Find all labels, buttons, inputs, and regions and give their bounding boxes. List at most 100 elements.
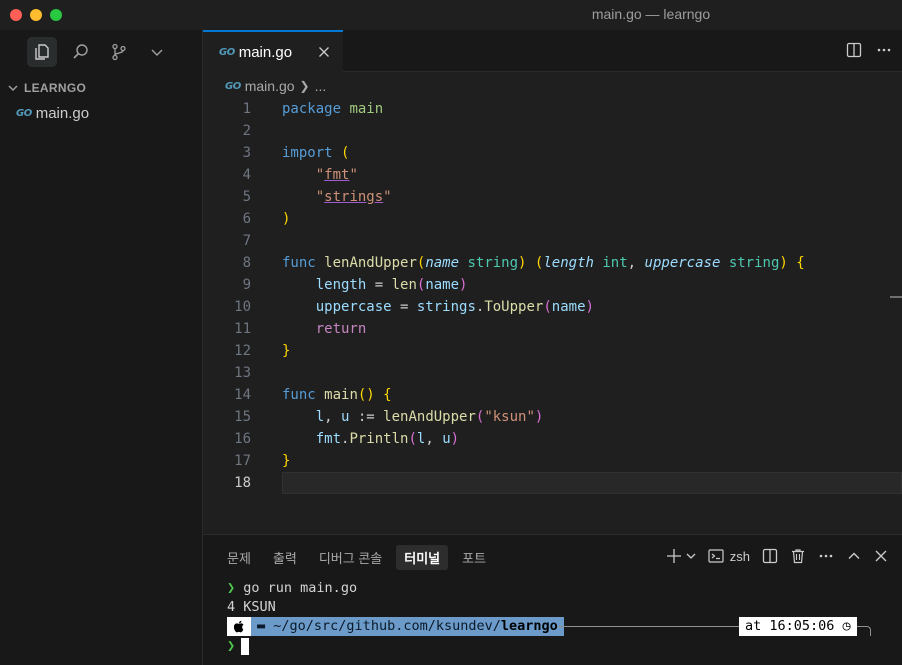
source-control-tab[interactable] xyxy=(104,37,134,67)
file-name: main.go xyxy=(35,104,90,122)
code-text: package main xyxy=(282,101,384,117)
search-icon xyxy=(73,44,88,59)
line-number: 6 xyxy=(242,211,251,227)
code-editor[interactable]: 1 package main 2 3 import ( 4 "fmt" 5 "s… xyxy=(203,98,902,534)
code-line: 7 xyxy=(203,230,902,252)
panel-actions: zsh xyxy=(666,548,888,564)
prompt-path-dir: learngo xyxy=(500,618,558,634)
shell-label: zsh xyxy=(729,548,750,564)
line-number: 11 xyxy=(234,321,251,337)
tab-main-go[interactable]: GO main.go xyxy=(203,30,343,72)
prompt-time-segment: at 16:05:06 ◷ xyxy=(739,617,857,636)
close-tab-button[interactable] xyxy=(315,43,333,61)
terminal-output[interactable]: ❯ go run main.go 4 KSUN xyxy=(227,579,357,617)
activity-bar xyxy=(0,30,203,74)
maximize-panel-button[interactable] xyxy=(846,548,862,564)
go-file-icon: GO xyxy=(225,80,241,92)
bottom-panel: 문제 출력 디버그 콘솔 터미널 포트 zsh ❯ go run main.go… xyxy=(203,534,902,665)
file-item-main-go[interactable]: GO main.go xyxy=(0,102,203,124)
tab-debug-console[interactable]: 디버그 콘솔 xyxy=(311,545,390,570)
prompt-frame-corner xyxy=(857,626,871,636)
chevron-up-icon xyxy=(848,552,860,559)
terminal-output-line: 4 KSUN xyxy=(227,599,276,615)
line-number: 8 xyxy=(242,255,251,271)
split-editor-button[interactable] xyxy=(846,42,862,58)
tab-ports[interactable]: 포트 xyxy=(454,545,494,570)
close-icon xyxy=(319,47,329,57)
code-text: } xyxy=(282,453,291,469)
code-line: 2 xyxy=(203,120,902,142)
explorer-tab[interactable] xyxy=(27,37,57,67)
code-line: 13 xyxy=(203,362,902,384)
current-line-highlight xyxy=(282,472,902,494)
code-line: 9 length = len(name) xyxy=(203,274,902,296)
code-text: func lenAndUpper(name string) (length in… xyxy=(282,255,805,271)
code-text: import ( xyxy=(282,145,350,161)
trash-icon xyxy=(792,549,804,564)
kill-terminal-button[interactable] xyxy=(790,548,806,564)
code-line: 12 } xyxy=(203,340,902,362)
search-tab[interactable] xyxy=(66,37,96,67)
line-number: 3 xyxy=(242,145,251,161)
code-line: 15 l, u := lenAndUpper("ksun") xyxy=(203,406,902,428)
plus-icon xyxy=(666,549,681,563)
tab-terminal[interactable]: 터미널 xyxy=(396,545,449,570)
code-line: 3 import ( xyxy=(203,142,902,164)
ellipsis-icon xyxy=(819,554,833,558)
line-number: 13 xyxy=(234,365,251,381)
tab-label: main.go xyxy=(238,43,293,61)
more-views-button[interactable] xyxy=(142,37,172,67)
terminal-input-line[interactable]: ❯ xyxy=(227,636,250,656)
terminal-shell-selector[interactable]: zsh xyxy=(708,548,750,564)
breadcrumb: GO main.go ❯ ... xyxy=(203,72,902,100)
code-text: l, u := lenAndUpper("ksun") xyxy=(315,409,544,425)
code-text: return xyxy=(315,321,367,337)
split-terminal-button[interactable] xyxy=(762,548,778,564)
tab-output[interactable]: 출력 xyxy=(265,545,305,570)
chevron-down-icon xyxy=(686,553,696,559)
line-number: 2 xyxy=(242,123,251,139)
line-number: 14 xyxy=(234,387,251,403)
chevron-down-icon xyxy=(151,49,163,56)
close-panel-button[interactable] xyxy=(874,549,888,563)
code-text: func main() { xyxy=(282,387,392,403)
prompt-arrow-icon: ❯ xyxy=(227,638,236,654)
prompt-path-prefix: ~/go/src/github.com/ksundev/ xyxy=(273,618,501,634)
breadcrumb-symbols[interactable]: ... xyxy=(315,78,327,94)
line-number: 12 xyxy=(234,343,251,359)
sidebar: LEARNGO GO main.go xyxy=(0,30,203,665)
chevron-down-icon xyxy=(8,85,18,91)
code-line: 10 uppercase = strings.ToUpper(name) xyxy=(203,296,902,318)
code-line: 6 ) xyxy=(203,208,902,230)
code-line: 1 package main xyxy=(203,98,902,120)
explorer-section-header[interactable]: LEARNGO xyxy=(0,78,203,98)
panel-more-button[interactable] xyxy=(818,548,834,564)
code-line: 5 "strings" xyxy=(203,186,902,208)
files-icon xyxy=(35,44,49,60)
new-terminal-button[interactable] xyxy=(666,548,682,564)
line-number: 5 xyxy=(242,189,251,205)
tab-problems[interactable]: 문제 xyxy=(219,545,259,570)
prompt-time: at 16:05:06 xyxy=(745,618,835,634)
code-text: length = len(name) xyxy=(315,277,468,293)
line-number: 7 xyxy=(242,233,251,249)
line-number: 18 xyxy=(234,475,251,491)
breadcrumb-file[interactable]: main.go xyxy=(245,78,295,94)
split-editor-icon xyxy=(846,42,862,58)
terminal-profile-dropdown[interactable] xyxy=(686,551,696,561)
code-line: 17 } xyxy=(203,450,902,472)
title-bar: main.go — learngo xyxy=(0,0,902,30)
chevron-right-icon: ❯ xyxy=(299,79,310,93)
current-code-line: 18 xyxy=(203,472,902,494)
go-file-icon: GO xyxy=(16,107,32,119)
line-number: 17 xyxy=(234,453,251,469)
more-actions-button[interactable] xyxy=(876,42,892,58)
panel-tabs: 문제 출력 디버그 콘솔 터미널 포트 xyxy=(219,545,494,570)
code-line: 11 return xyxy=(203,318,902,340)
line-number: 15 xyxy=(234,409,251,425)
overview-ruler-mark xyxy=(890,296,902,298)
source-control-icon xyxy=(112,43,126,61)
line-number: 1 xyxy=(242,101,251,117)
go-file-icon: GO xyxy=(219,46,235,58)
folder-icon: ▬ xyxy=(257,618,266,634)
